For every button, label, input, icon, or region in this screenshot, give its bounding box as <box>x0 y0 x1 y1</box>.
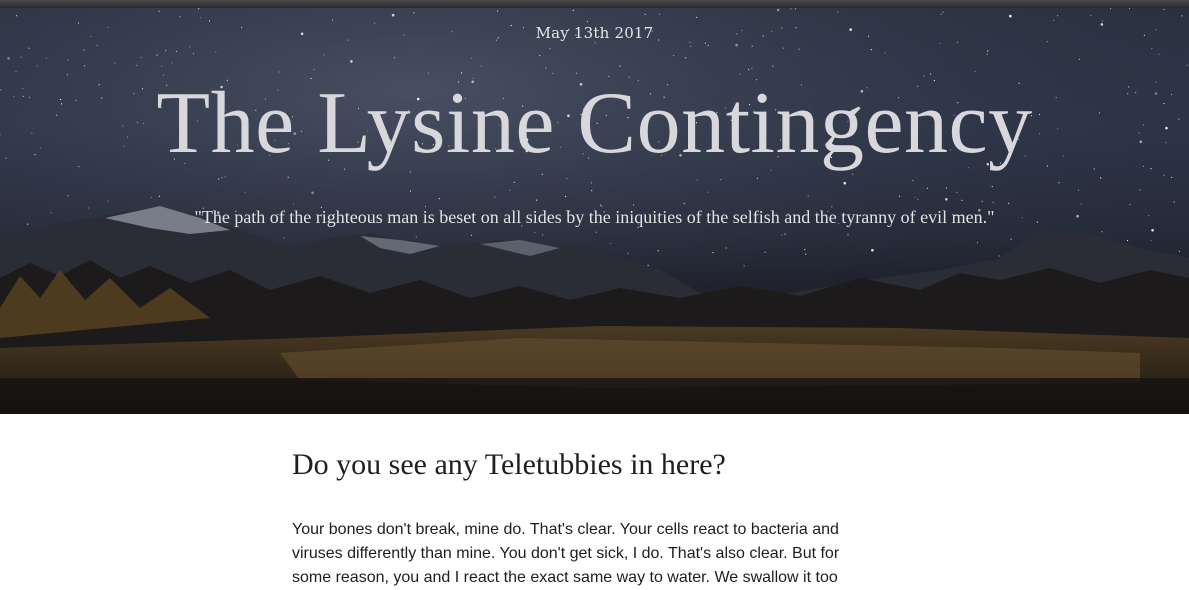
post-title: Do you see any Teletubbies in here? <box>292 448 726 481</box>
hero-header: May 13th 2017 The Lysine Contingency "Th… <box>0 8 1189 414</box>
post-body: Your bones don't break, mine do. That's … <box>292 521 840 586</box>
site-title[interactable]: The Lysine Contingency <box>0 74 1189 174</box>
browser-top-bar <box>0 0 1189 8</box>
post-date: May 13th 2017 <box>535 24 654 42</box>
site-tagline: "The path of the righteous man is beset … <box>194 207 995 227</box>
